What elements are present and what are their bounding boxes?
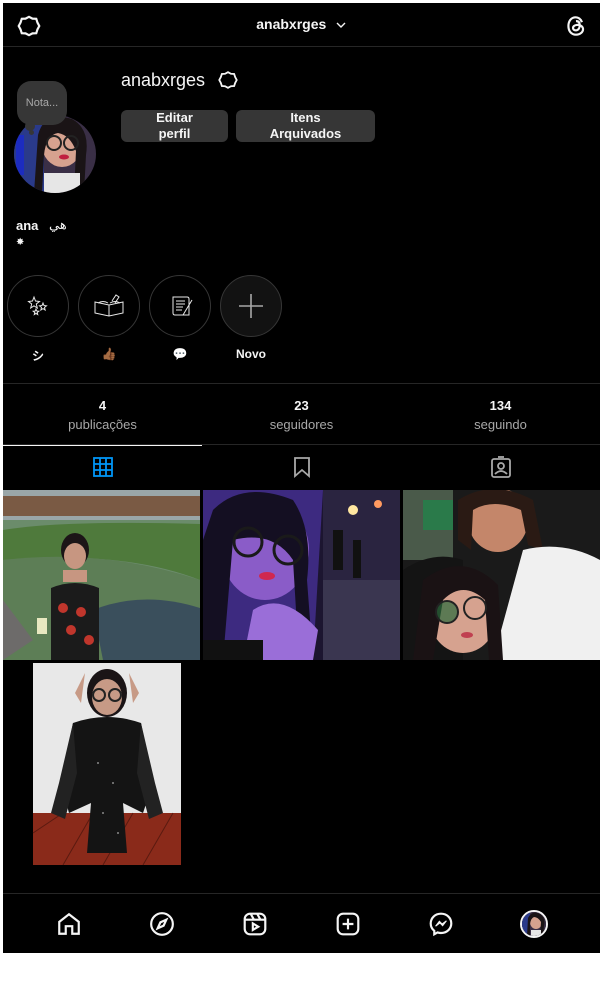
tagged-person-icon	[490, 456, 511, 478]
stat-label: publicações	[68, 417, 137, 432]
nav-reels[interactable]	[240, 909, 270, 939]
nav-profile[interactable]	[519, 909, 549, 939]
bookmark-icon	[293, 457, 310, 478]
following-count[interactable]: 134 seguindo	[401, 384, 600, 444]
home-icon	[58, 912, 81, 935]
chevron-down-icon	[336, 22, 346, 28]
new-highlight-button[interactable]: Novo	[219, 275, 283, 361]
edit-profile-button[interactable]: Editar perfil	[121, 110, 228, 142]
highlight-ring	[149, 275, 211, 337]
highlight-label: Novo	[236, 347, 266, 361]
settings-gear-icon[interactable]	[217, 69, 239, 91]
profile-name-row: anabxrges	[121, 67, 239, 93]
highlight-ring	[7, 275, 69, 337]
archive-button-line2: Arquivados	[269, 126, 342, 141]
top-bar: anabxrges	[3, 3, 600, 47]
bio-extra: ﻫﻲ	[49, 217, 67, 232]
content-tabs	[3, 445, 600, 489]
sparkles-icon	[27, 295, 48, 316]
bio-name: ana	[16, 218, 39, 233]
post-thumbnail-2[interactable]	[203, 490, 400, 660]
stat-label: seguindo	[474, 417, 527, 432]
highlight-label: 👍🏾	[101, 347, 117, 361]
highlight-label: 💬	[172, 347, 188, 361]
nav-explore[interactable]	[147, 909, 177, 939]
nav-messenger[interactable]	[426, 909, 456, 939]
highlight-label: シ	[31, 349, 44, 363]
profile-username: anabxrges	[121, 69, 206, 90]
highlight-3[interactable]: 💬	[148, 275, 212, 361]
post-thumbnail-3[interactable]	[403, 490, 600, 660]
posts-count[interactable]: 4 publicações	[3, 384, 202, 444]
note-bubble-tail-small	[29, 130, 34, 135]
stat-value: 4	[98, 398, 107, 413]
archive-button-line1: Itens	[290, 110, 321, 125]
note-label: Nota...	[25, 97, 59, 109]
followers-count[interactable]: 23 seguidores	[202, 384, 401, 444]
post-thumbnail-4[interactable]	[3, 663, 200, 865]
scroll-quill-icon	[172, 296, 193, 316]
stat-value: 23	[294, 398, 309, 413]
stat-value: 134	[489, 398, 512, 413]
reels-icon	[243, 912, 267, 935]
profile-avatar-small	[519, 909, 548, 938]
post-thumbnail-1[interactable]	[3, 490, 200, 660]
highlight-ring	[78, 275, 140, 337]
plus-icon	[239, 294, 263, 318]
nav-home[interactable]	[54, 909, 84, 939]
note-bubble[interactable]: Nota...	[17, 81, 67, 125]
highlight-ring	[220, 275, 282, 337]
grid-tab[interactable]	[3, 445, 202, 489]
header-username: anabxrges	[256, 16, 327, 32]
account-switcher[interactable]: anabxrges	[3, 16, 600, 34]
highlight-2[interactable]: 👍🏾	[77, 275, 141, 361]
create-icon	[336, 912, 360, 935]
instagram-profile-screen: anabxrges Nota... anabxrges Editar perfi…	[3, 3, 600, 953]
archive-button[interactable]: Itens Arquivados	[236, 110, 375, 142]
highlight-1[interactable]: シ	[6, 275, 70, 363]
saved-tab[interactable]	[202, 445, 401, 489]
stat-label: seguidores	[269, 417, 334, 432]
profile-stats: 4 publicações 23 seguidores 134 seguindo	[3, 383, 600, 445]
open-book-icon	[94, 294, 124, 317]
grid-icon	[92, 457, 113, 477]
explore-icon	[150, 911, 175, 936]
edit-button-line1: Editar	[156, 110, 193, 125]
bottom-nav	[3, 893, 600, 953]
nav-create[interactable]	[333, 909, 363, 939]
edit-button-line2: perfil	[158, 126, 191, 141]
tagged-tab[interactable]	[401, 445, 600, 489]
bio-line2: ✸	[16, 237, 25, 248]
threads-icon[interactable]	[563, 13, 589, 39]
messenger-icon	[429, 912, 453, 936]
